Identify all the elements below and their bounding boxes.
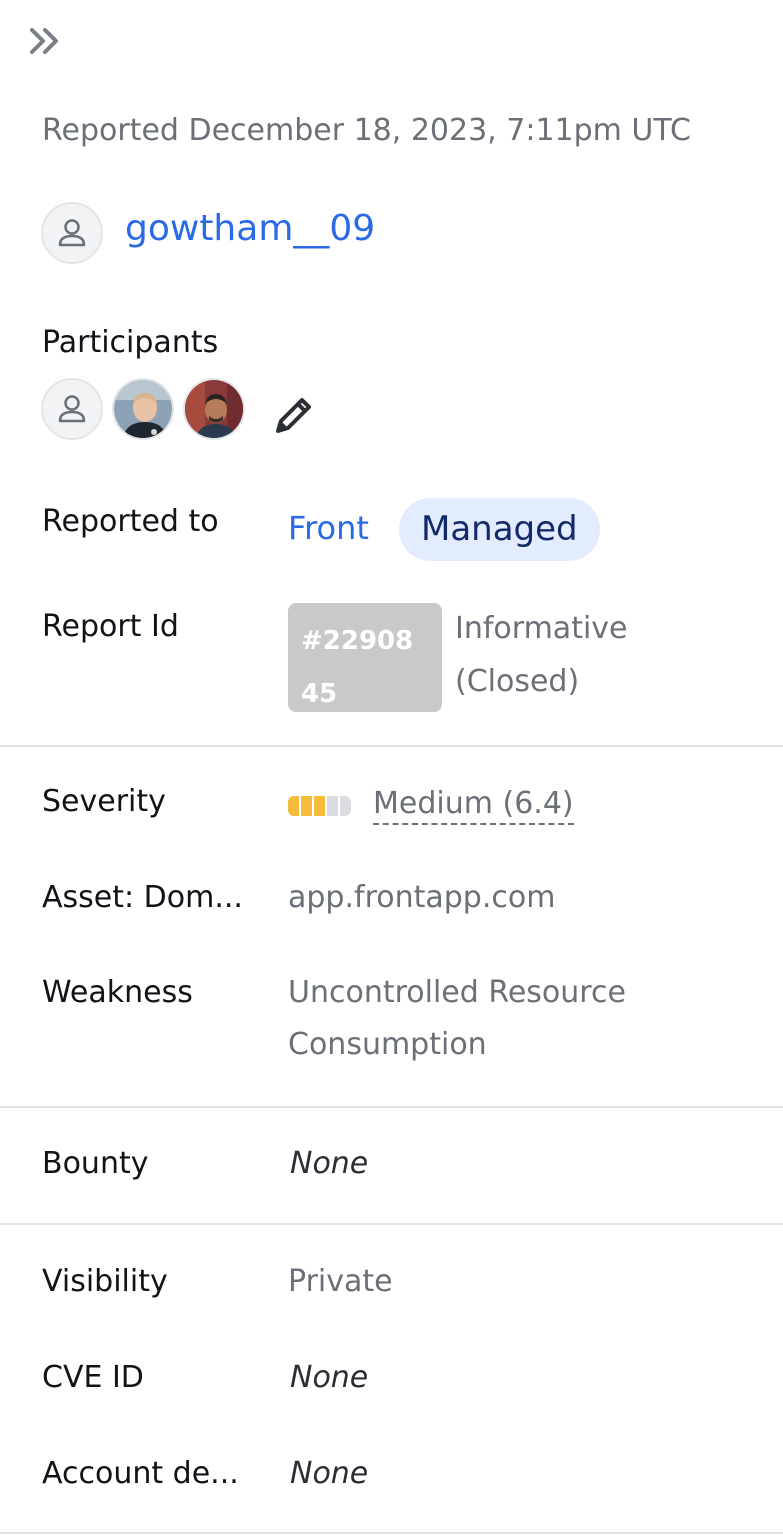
severity-value[interactable]: Medium (6.4) xyxy=(373,785,574,825)
weakness-label: Weakness xyxy=(42,975,193,1010)
severity-bar-empty xyxy=(327,796,338,816)
reported-date: Reported December 18, 2023, 7:11pm UTC xyxy=(42,113,691,148)
weakness-value-line1: Uncontrolled Resource xyxy=(288,975,626,1010)
divider xyxy=(0,1223,783,1225)
participants-label: Participants xyxy=(42,325,219,360)
severity-bar-filled xyxy=(314,796,325,816)
program-link[interactable]: Front xyxy=(288,509,369,547)
report-status-line2: (Closed) xyxy=(455,664,580,699)
report-id-label: Report Id xyxy=(42,609,179,644)
report-id-badge: #2290845 xyxy=(288,603,442,712)
participant-avatar-photo[interactable] xyxy=(112,378,174,440)
account-value: None xyxy=(290,1456,369,1491)
divider xyxy=(0,1106,783,1108)
double-chevron-right-icon xyxy=(30,28,58,54)
weakness-value-line2: Consumption xyxy=(288,1027,487,1062)
person-photo-icon xyxy=(185,380,243,438)
report-id-text: #2290845 xyxy=(301,626,414,709)
asset-label: Asset: Dom... xyxy=(42,880,243,915)
severity-label: Severity xyxy=(42,784,166,819)
reported-to-label: Reported to xyxy=(42,504,219,539)
cve-label: CVE ID xyxy=(42,1360,144,1395)
asset-value: app.frontapp.com xyxy=(288,880,556,915)
divider xyxy=(0,745,783,747)
person-icon xyxy=(58,395,86,423)
reporter-avatar[interactable] xyxy=(41,202,103,264)
reporter-username-link[interactable]: gowtham__09 xyxy=(125,208,375,249)
participant-avatar[interactable] xyxy=(41,378,103,440)
account-label: Account de... xyxy=(42,1456,239,1491)
severity-bar-filled xyxy=(301,796,312,816)
pencil-icon xyxy=(276,398,311,433)
bounty-value: None xyxy=(290,1146,369,1181)
person-icon xyxy=(58,219,86,247)
edit-participants-button[interactable] xyxy=(270,391,318,439)
person-photo-icon xyxy=(114,380,172,438)
visibility-label: Visibility xyxy=(42,1264,168,1299)
cve-value: None xyxy=(290,1360,369,1395)
severity-meter xyxy=(288,796,352,816)
managed-badge: Managed xyxy=(399,498,600,561)
participant-avatar-photo[interactable] xyxy=(183,378,245,440)
severity-bar-empty xyxy=(340,796,351,816)
divider xyxy=(0,1532,783,1534)
severity-bar-filled xyxy=(288,796,299,816)
report-status-line1: Informative xyxy=(455,611,628,646)
visibility-value: Private xyxy=(288,1264,393,1299)
bounty-label: Bounty xyxy=(42,1146,149,1181)
expand-sidebar-button[interactable] xyxy=(26,22,66,62)
